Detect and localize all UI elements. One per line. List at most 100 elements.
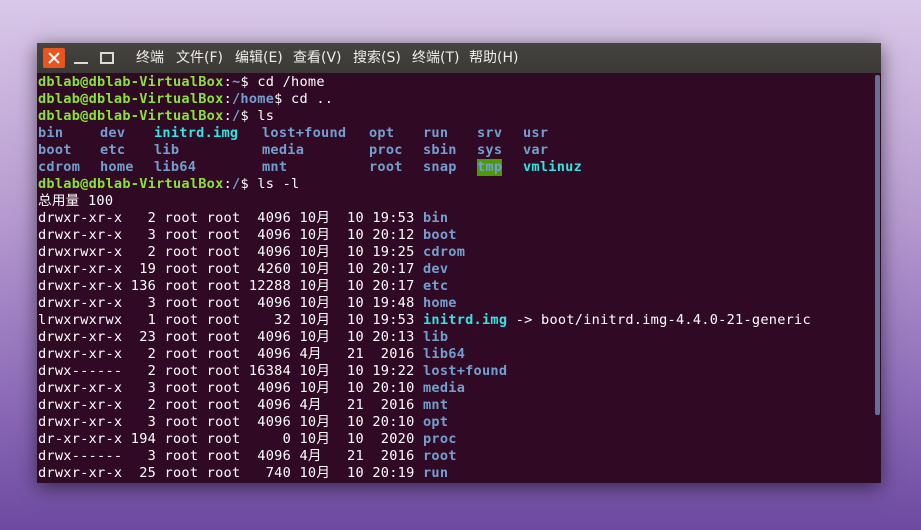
listing-meta: drwxr-xr-x 136 root root 12288 10月 10 20… xyxy=(38,278,423,294)
listing-row: drwx------ 3 root root 4096 4月 21 2016 r… xyxy=(38,448,457,465)
listing-row: drwx------ 2 root root 16384 10月 10 19:2… xyxy=(38,363,507,380)
listing-meta: drwxrwxr-x 2 root root 4096 10月 10 19:25 xyxy=(38,244,423,260)
ls-entry: bin xyxy=(38,125,64,141)
prompt-path: / xyxy=(232,176,241,192)
listing-row: drwxr-xr-x 19 root root 4260 10月 10 20:1… xyxy=(38,261,448,278)
listing-name: lost+found xyxy=(422,363,508,379)
prompt-user: dblab@dblab-VirtualBox xyxy=(38,74,224,90)
listing-row: drwxr-xr-x 25 root root 740 10月 10 20:19… xyxy=(38,465,448,482)
terminal-output[interactable]: dblab@dblab-VirtualBox:~$ cd /home dblab… xyxy=(38,73,874,483)
listing-name: run xyxy=(422,465,449,481)
prompt-user: dblab@dblab-VirtualBox xyxy=(38,108,224,124)
listing-name: boot xyxy=(422,227,457,243)
listing-name: etc xyxy=(422,278,449,294)
prompt-path: ~ xyxy=(232,74,241,90)
prompt-line: dblab@dblab-VirtualBox:/$ ls -l xyxy=(38,176,300,192)
listing-name: home xyxy=(422,295,457,311)
ls-entry: lib xyxy=(154,142,180,158)
ls-entry: sbin xyxy=(423,142,457,158)
prompt-line: dblab@dblab-VirtualBox:~$ cd /home xyxy=(38,74,325,90)
menu-file[interactable]: 文件(F) xyxy=(176,43,223,73)
close-icon xyxy=(48,52,60,64)
menu-terminal[interactable]: 终端(T) xyxy=(412,43,459,73)
ls-entry: dev xyxy=(100,125,126,141)
ls-entry: cdrom xyxy=(38,159,81,175)
listing-name: mnt xyxy=(422,397,449,413)
listing-row: drwxr-xr-x 23 root root 4096 10月 10 20:1… xyxy=(38,329,448,346)
listing-row: drwxr-xr-x 3 root root 4096 10月 10 20:12… xyxy=(38,227,457,244)
listing-meta: drwxr-xr-x 3 root root 4096 10月 10 20:12 xyxy=(38,227,423,243)
menu-edit[interactable]: 编辑(E) xyxy=(235,43,283,73)
ls-entry: mnt xyxy=(262,159,288,175)
symlink-target: -> boot/initrd.img-4.4.0-21-generic xyxy=(507,312,811,328)
menu-help[interactable]: 帮助(H) xyxy=(469,43,518,73)
listing-row: dr-xr-xr-x 194 root root 0 10月 10 2020 p… xyxy=(38,431,457,448)
listing-meta: dr-xr-xr-x 194 root root 0 10月 10 2020 xyxy=(38,431,423,447)
listing-row: drwxr-xr-x 3 root root 4096 10月 10 20:10… xyxy=(38,380,465,397)
listing-meta: drwxr-xr-x 25 root root 740 10月 10 20:19 xyxy=(38,465,423,481)
listing-meta: drwx------ 3 root root 4096 4月 21 2016 xyxy=(38,448,423,464)
listing-meta: drwxr-xr-x 3 root root 4096 10月 10 20:10 xyxy=(38,414,423,430)
total-line: 总用量 100 xyxy=(38,193,114,209)
listing-row: lrwxrwxrwx 1 root root 32 10月 10 19:53 i… xyxy=(38,312,811,329)
listing-meta: drwxr-xr-x 2 root root 4096 10月 10 19:53 xyxy=(38,210,423,226)
menu-search[interactable]: 搜索(S) xyxy=(353,43,401,73)
listing-name: dev xyxy=(422,261,449,277)
command-text: ls -l xyxy=(257,176,300,192)
ls-entry: initrd.img xyxy=(154,125,239,141)
listing-row: drwxr-xr-x 3 root root 4096 10月 10 19:48… xyxy=(38,295,457,312)
command-text: cd /home xyxy=(257,74,325,90)
listing-row: drwxr-xr-x 136 root root 12288 10月 10 20… xyxy=(38,278,448,295)
ls-entry: tmp xyxy=(477,159,503,176)
ls-entry: run xyxy=(423,125,449,141)
listing-meta: drwxr-xr-x 2 root root 4096 4月 21 2016 xyxy=(38,397,423,413)
listing-name: lib64 xyxy=(422,346,466,362)
ls-entry: root xyxy=(369,159,403,175)
listing-row: drwxr-xr-x 2 root root 4096 4月 21 2016 m… xyxy=(38,397,448,414)
close-button[interactable] xyxy=(43,48,65,68)
terminal-window: 终端 文件(F) 编辑(E) 查看(V) 搜索(S) 终端(T) 帮助(H) d… xyxy=(37,43,881,483)
prompt-user: dblab@dblab-VirtualBox xyxy=(38,176,224,192)
maximize-icon xyxy=(100,52,114,64)
menu-view[interactable]: 查看(V) xyxy=(293,43,342,73)
minimize-icon xyxy=(74,62,88,64)
ls-entry: sys xyxy=(477,142,503,158)
ls-entry: vmlinuz xyxy=(523,159,583,175)
ls-entry: proc xyxy=(369,142,403,158)
listing-name: bin xyxy=(422,210,449,226)
listing-meta: drwxr-xr-x 2 root root 4096 4月 21 2016 xyxy=(38,346,423,362)
listing-meta: drwxr-xr-x 3 root root 4096 10月 10 20:10 xyxy=(38,380,423,396)
listing-row: drwxr-xr-x 3 root root 4096 10月 10 20:10… xyxy=(38,414,448,431)
minimize-button[interactable] xyxy=(71,48,91,68)
ls-entry: media xyxy=(262,142,305,158)
prompt-path: /home xyxy=(232,91,275,107)
listing-meta: drwxr-xr-x 3 root root 4096 10月 10 19:48 xyxy=(38,295,423,311)
listing-row: drwxr-xr-x 2 root root 4096 4月 21 2016 l… xyxy=(38,346,465,363)
prompt-line: dblab@dblab-VirtualBox:/$ ls xyxy=(38,108,275,124)
ls-entry: lost+found xyxy=(262,125,347,141)
app-title: 终端 xyxy=(136,50,164,66)
listing-name: media xyxy=(422,380,466,396)
ls-entry: lib64 xyxy=(154,159,197,175)
listing-name: cdrom xyxy=(422,244,466,260)
title-bar: 终端 文件(F) 编辑(E) 查看(V) 搜索(S) 终端(T) 帮助(H) xyxy=(37,43,881,73)
ls-entry: etc xyxy=(100,142,126,158)
command-text: ls xyxy=(257,108,275,124)
maximize-button[interactable] xyxy=(97,48,117,68)
scrollbar[interactable] xyxy=(875,75,880,415)
listing-name: root xyxy=(422,448,457,464)
listing-name: initrd.img xyxy=(422,312,508,328)
listing-meta: drwxr-xr-x 19 root root 4260 10月 10 20:1… xyxy=(38,261,423,277)
ls-entry: srv xyxy=(477,125,503,141)
ls-entry: home xyxy=(100,159,134,175)
prompt-line: dblab@dblab-VirtualBox:/home$ cd .. xyxy=(38,91,334,107)
listing-row: drwxr-xr-x 2 root root 4096 10月 10 19:53… xyxy=(38,210,448,227)
listing-meta: lrwxrwxrwx 1 root root 32 10月 10 19:53 xyxy=(38,312,423,328)
ls-entry: usr xyxy=(523,125,549,141)
listing-name: lib xyxy=(422,329,449,345)
ls-entry: opt xyxy=(369,125,395,141)
listing-name: proc xyxy=(422,431,457,447)
command-text: cd .. xyxy=(291,91,334,107)
ls-entry: var xyxy=(523,142,549,158)
prompt-path: / xyxy=(232,108,241,124)
